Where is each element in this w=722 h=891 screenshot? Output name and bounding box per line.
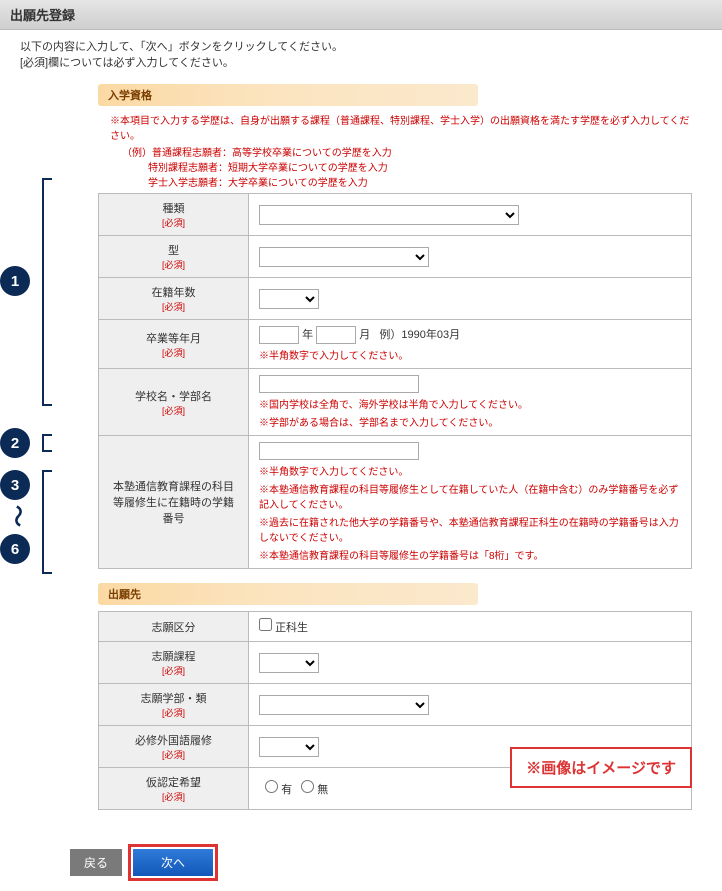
checkbox-seikasei[interactable] [259,618,272,631]
label-month-suffix: 月 [359,329,370,341]
page-title: 出願先登録 [10,8,75,23]
section1-ex3: 学士入学志願者：大学卒業についての学歴を入力 [148,174,692,189]
bracket-3to6 [42,470,52,574]
grad-example: 例）1990年03月 [379,329,460,341]
section1-ex2: 特別課程志願者：短期大学卒業についての学歴を入力 [148,159,692,174]
select-faculty[interactable] [259,695,429,715]
label-course: 志願課程[必須] [99,642,249,684]
marker-tilde: 〜 [3,505,35,527]
label-kubun: 志願区分 [99,612,249,642]
radio-no [301,780,314,793]
radio-label-no[interactable]: 無 [295,784,328,796]
content: 1 2 3 〜 6 入学資格 ※本項目で入力する学歴は、自身が出願する課程（普通… [28,84,722,830]
sno-hint1: ※半角数字で入力してください。 [259,463,681,478]
select-type[interactable] [259,205,519,225]
marker-6: 6 [0,534,30,564]
select-course[interactable] [259,653,319,673]
input-school[interactable] [259,375,419,393]
button-row: 戻る 次へ [70,844,722,881]
select-kata[interactable] [259,247,429,267]
bracket-2 [42,434,52,452]
section-head-qualification: 入学資格 [98,84,478,106]
section-head-application: 出願先 [98,583,478,605]
label-year-suffix: 年 [302,329,313,341]
select-years[interactable] [259,289,319,309]
label-school: 学校名・学部名[必須] [99,369,249,436]
intro-text: 以下の内容に入力して、「次へ」ボタンをクリックしてください。 [必須]欄について… [0,30,722,78]
sno-hint3: ※過去に在籍された他大学の学籍番号や、本塾通信教育課程正科生の在籍時の学籍番号は… [259,514,681,544]
school-hint2: ※学部がある場合は、学部名まで入力してください。 [259,414,681,429]
label-years: 在籍年数[必須] [99,278,249,320]
overlay-note: ※画像はイメージです [510,747,692,788]
input-grad-year[interactable] [259,326,299,344]
sno-hint2: ※本塾通信教育課程の科目等履修生として在籍していた人（在籍中含む）のみ学籍番号を… [259,481,681,511]
section1-note: ※本項目で入力する学歴は、自身が出願する課程（普通課程、特別課程、学士入学）の出… [110,112,692,142]
select-lang[interactable] [259,737,319,757]
school-hint1: ※国内学校は全角で、海外学校は半角で入力してください。 [259,396,681,411]
grad-hint: ※半角数字で入力してください。 [259,347,681,362]
marker-1: 1 [0,266,30,296]
chk-label-seikasei: 正科生 [275,622,308,634]
label-studentno: 本塾通信教育課程の科目等履修生に在籍時の学籍番号 [99,436,249,569]
back-button[interactable]: 戻る [70,849,122,876]
next-button[interactable]: 次へ [133,849,213,876]
intro-line1: 以下の内容に入力して、「次へ」ボタンをクリックしてください。 [20,38,702,54]
marker-3: 3 [0,470,30,500]
radio-label-yes[interactable]: 有 [259,784,292,796]
label-faculty: 志願学部・類[必須] [99,684,249,726]
label-gradym: 卒業等年月[必須] [99,320,249,369]
marker-2: 2 [0,428,30,458]
input-studentno[interactable] [259,442,419,460]
title-bar: 出願先登録 [0,0,722,30]
sno-hint4: ※本塾通信教育課程の科目等履修生の学籍番号は「8桁」です。 [259,547,681,562]
qualification-table: 種類[必須] 型[必須] 在籍年数[必須] 卒業等年月[必須] 年 月 例）19… [98,193,692,569]
label-kari: 仮認定希望[必須] [99,768,249,810]
input-grad-month[interactable] [316,326,356,344]
radio-yes [265,780,278,793]
bracket-1 [42,178,52,406]
next-button-highlight: 次へ [128,844,218,881]
label-kata: 型[必須] [99,236,249,278]
label-type: 種類[必須] [99,194,249,236]
label-lang: 必修外国語履修[必須] [99,726,249,768]
section1-ex1: （例）普通課程志願者：高等学校卒業についての学歴を入力 [122,144,692,159]
intro-line2: [必須]欄については必ず入力してください。 [20,54,702,70]
